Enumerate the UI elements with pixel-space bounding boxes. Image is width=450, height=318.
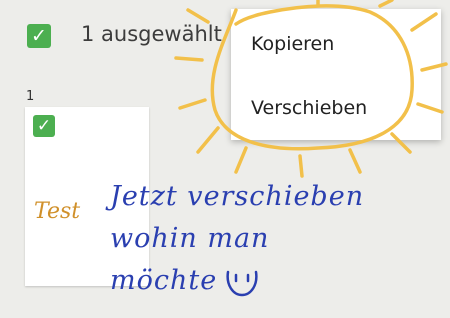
annotation-line: möchte [110, 265, 218, 296]
select-all-checkbox[interactable]: ✓ [27, 24, 51, 48]
menu-item-copy[interactable]: Kopieren [251, 33, 334, 55]
smiley-icon [226, 270, 258, 296]
annotation-line: wohin man [110, 223, 270, 254]
check-icon: ✓ [36, 115, 52, 136]
check-icon: ✓ [31, 24, 47, 47]
annotation-line: Jetzt verschieben [110, 181, 365, 212]
handwritten-annotation: Jetzt verschieben wohin man möchte [110, 176, 440, 302]
selected-count-label: 1 ausgewählt [81, 22, 222, 46]
page-checkbox[interactable]: ✓ [33, 115, 55, 137]
thumbnail-content-text: Test [34, 199, 81, 224]
annotation-line-with-smiley: möchte [110, 260, 440, 302]
context-menu: Kopieren Verschieben [231, 9, 441, 140]
menu-item-move[interactable]: Verschieben [251, 97, 367, 119]
page-number: 1 [26, 89, 35, 104]
